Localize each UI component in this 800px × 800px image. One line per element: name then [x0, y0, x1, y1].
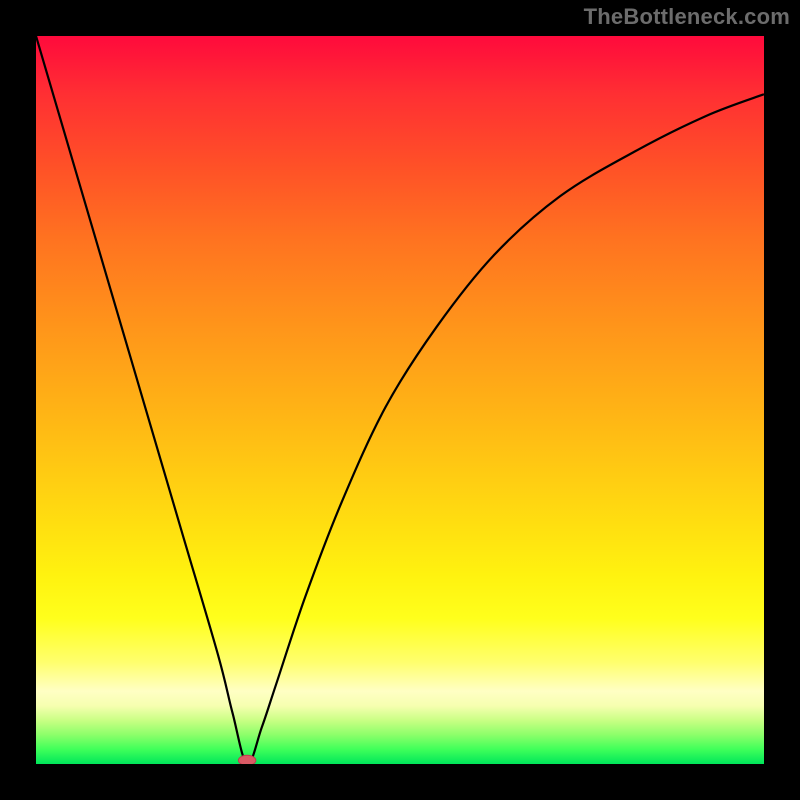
minimum-marker	[238, 755, 255, 764]
chart-frame: TheBottleneck.com	[0, 0, 800, 800]
watermark-text: TheBottleneck.com	[584, 4, 790, 30]
bottleneck-curve	[36, 36, 764, 764]
chart-svg	[36, 36, 764, 764]
plot-area	[36, 36, 764, 764]
